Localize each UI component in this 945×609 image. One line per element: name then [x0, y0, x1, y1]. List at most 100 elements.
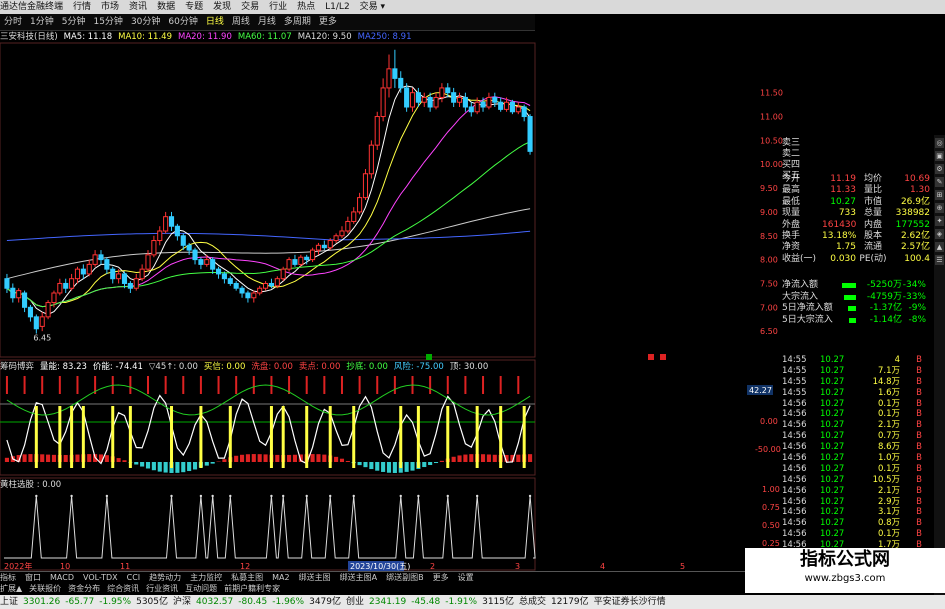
top-spike — [464, 376, 467, 394]
yellow-signal-bar — [70, 406, 74, 468]
tick-cell: 10.27 — [820, 453, 845, 464]
tool-icon[interactable]: ⚙ — [935, 164, 944, 174]
tool-icon[interactable]: ◈ — [935, 229, 944, 239]
indicator-axis-label: -50.00 — [755, 445, 781, 454]
indicator-tab[interactable]: 绑送主图A — [340, 573, 377, 582]
candle-body — [327, 240, 333, 249]
fund-flow-row: 5日净流入额 -1.37亿 -9% — [782, 303, 932, 315]
extension-tab[interactable]: 扩展▲ — [0, 584, 22, 593]
extension-tab[interactable]: 关联报价 — [29, 584, 61, 593]
indicator-tab[interactable]: 更多 — [433, 573, 449, 582]
watermark-url: www.zbgs3.com — [804, 573, 886, 584]
indicator-tab[interactable]: MACD — [50, 573, 74, 582]
tick-cell: 14:56 — [782, 485, 807, 496]
quote-cell: 11.33 — [830, 185, 856, 196]
indicator-tab[interactable]: 趋势动力 — [149, 573, 181, 582]
indicator-2-frame — [0, 477, 536, 571]
top-spike — [147, 376, 150, 394]
price-tick-label: 10.00 — [760, 160, 783, 169]
top-spike — [482, 376, 485, 394]
candle-body — [492, 96, 498, 103]
date-tick-label: 3 — [515, 562, 520, 571]
volume-bar — [439, 460, 444, 462]
yellow-signal-bar — [305, 406, 309, 468]
candle-body — [57, 282, 63, 294]
tick-cell: 10.27 — [820, 496, 845, 507]
top-spike — [340, 376, 343, 394]
indicator-tab[interactable]: 主力监控 — [190, 573, 222, 582]
tool-icon[interactable]: ◎ — [935, 138, 944, 148]
volume-bar — [175, 462, 180, 473]
volume-bar — [134, 462, 139, 465]
indicator-tab[interactable]: 绑送副图B — [386, 573, 424, 582]
indicator-tab[interactable]: 绑送主图 — [299, 573, 331, 582]
right-toolbar[interactable]: ◎ ▣ ⚙ ✎ ⊞ ⊕ ✦ ◈ ▲ ☰ — [934, 135, 945, 595]
candle-body — [157, 230, 163, 242]
date-tick-label: 12 — [240, 562, 250, 571]
tick-cell: 10.27 — [820, 485, 845, 496]
candle-body — [509, 101, 515, 113]
top-spike — [376, 376, 379, 394]
extension-tab[interactable]: 资金分布 — [68, 584, 100, 593]
indicator-tab[interactable]: 窗口 — [25, 573, 41, 582]
indicator-tab[interactable]: VOL-TDX — [83, 573, 118, 582]
volume-bar — [75, 454, 80, 462]
candle-body — [27, 306, 34, 318]
candle-body — [404, 87, 410, 108]
tick-cell: 7.1万 — [877, 365, 900, 376]
tick-cell: 1.0万 — [877, 453, 900, 464]
extension-tab[interactable]: 行业资讯 — [146, 584, 178, 593]
oscillator-line — [6, 394, 531, 465]
fund-flow-row: 净流入额 -5250万 -34% — [782, 280, 932, 292]
ma-line — [6, 96, 531, 308]
tool-icon[interactable]: ▲ — [935, 242, 944, 252]
status-item: 2341.19 — [369, 597, 407, 607]
tool-icon[interactable]: ☰ — [935, 255, 944, 265]
candle-body — [315, 244, 322, 251]
volume-bar — [163, 462, 168, 473]
tick-cell: B — [916, 496, 922, 507]
indicator-tab[interactable]: 私募主图 — [231, 573, 263, 582]
candle-body — [333, 235, 339, 242]
price-tick-label: 7.00 — [760, 303, 778, 312]
volume-bar — [63, 454, 68, 462]
long-ma-line — [6, 230, 531, 241]
extension-tab[interactable]: 综合资讯 — [107, 584, 139, 593]
tool-icon[interactable]: ▣ — [935, 151, 944, 161]
candle-body — [339, 230, 345, 237]
tick-cell: B — [916, 442, 922, 453]
tick-list[interactable]: 14:55 10.27 4 B 14:55 10.27 7.1万 B 14:55 10.27 14.… — [782, 355, 932, 562]
top-spike — [358, 376, 361, 394]
extension-tabs[interactable]: 扩展▲ 关联报价 资金分布 综合资讯 行业资讯 互动问题 前期户籍利专家 — [0, 583, 560, 595]
volume-bar — [363, 462, 368, 468]
top-spike — [323, 376, 326, 394]
extension-tab[interactable]: 前期户籍利专家 — [224, 584, 280, 593]
tool-icon[interactable]: ✎ — [935, 177, 944, 187]
tick-cell: B — [916, 474, 922, 485]
volume-bar — [151, 462, 156, 471]
extension-tab[interactable]: 互动问题 — [185, 584, 217, 593]
date-tick-label: 2 — [430, 562, 435, 571]
candle-body — [33, 316, 39, 330]
status-item: 上证 — [0, 597, 19, 607]
volume-bar — [251, 454, 256, 462]
indicator-tab[interactable]: 设置 — [458, 573, 474, 582]
order-book-label: 卖二 — [782, 149, 801, 159]
indicator-tab[interactable]: CCI — [127, 573, 141, 582]
tick-cell: 14:56 — [782, 431, 807, 442]
tick-cell: 10.27 — [820, 474, 845, 485]
tool-icon[interactable]: ✦ — [935, 216, 944, 226]
tool-icon[interactable]: ⊞ — [935, 190, 944, 200]
indicator-tab[interactable]: 指标 — [0, 573, 16, 582]
tick-cell: 0.1万 — [877, 409, 900, 420]
candle-body — [204, 259, 210, 265]
yellow-signal-bar — [281, 406, 285, 468]
tick-cell: 0.8万 — [877, 518, 900, 529]
candle-body — [280, 268, 286, 280]
volume-bar — [316, 454, 321, 462]
tick-cell: B — [916, 518, 922, 529]
tool-icon[interactable]: ⊕ — [935, 203, 944, 213]
spike-dot — [528, 494, 532, 498]
indicator-tab[interactable]: MA2 — [272, 573, 289, 582]
spike-dot — [35, 494, 38, 498]
